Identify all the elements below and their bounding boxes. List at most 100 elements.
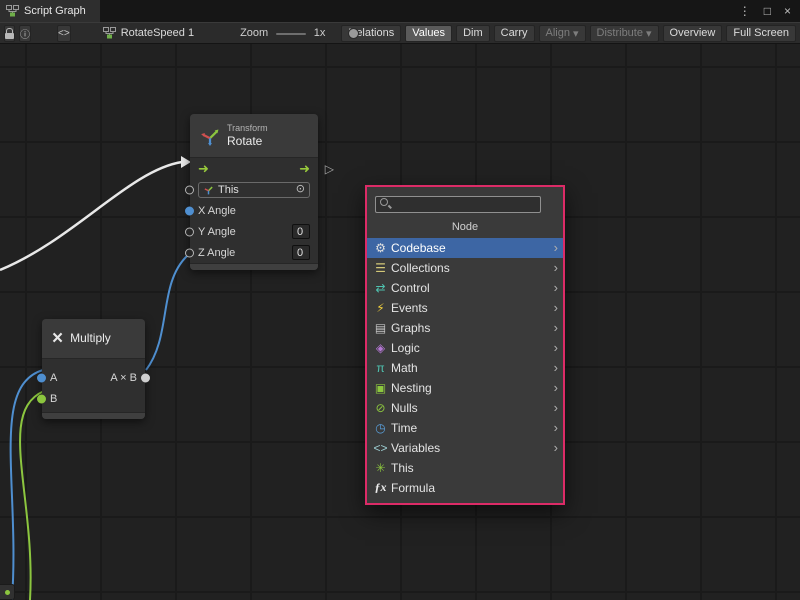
finder-item-label: Math xyxy=(391,361,554,375)
finder-item-collections[interactable]: ☰ Collections › xyxy=(367,258,563,278)
offscreen-node-port xyxy=(5,590,10,595)
y-angle-value-field[interactable]: 0 xyxy=(292,224,310,239)
z-angle-label: Z Angle xyxy=(198,247,235,259)
wire-into-a[interactable] xyxy=(11,370,43,600)
finder-item-variables[interactable]: <> Variables › xyxy=(367,438,563,458)
node-category: Transform xyxy=(227,123,268,134)
x-angle-port[interactable] xyxy=(185,206,194,215)
code-view-button[interactable]: <> xyxy=(57,25,71,42)
lightning-icon: ⚡ xyxy=(372,301,389,315)
tab-bar: Script Graph ⋮ □ × xyxy=(0,0,800,22)
graph-reference[interactable]: RotateSpeed 1 xyxy=(103,27,194,39)
lock-icon xyxy=(5,28,14,39)
node-search-input[interactable] xyxy=(375,196,541,213)
finder-item-time[interactable]: ◷ Time › xyxy=(367,418,563,438)
gear-icon: ⚙ xyxy=(372,241,389,255)
x-angle-label: X Angle xyxy=(198,205,236,217)
variables-icon: <> xyxy=(372,441,389,455)
node-title: Multiply xyxy=(70,331,111,345)
finder-item-nulls[interactable]: ⊘ Nulls › xyxy=(367,398,563,418)
clock-icon: ◷ xyxy=(372,421,389,435)
lock-button[interactable] xyxy=(4,25,15,42)
finder-item-control[interactable]: ⇄ Control › xyxy=(367,278,563,298)
folder-icon: ▤ xyxy=(372,321,389,335)
input-a-row: A A × B xyxy=(42,367,145,388)
this-icon: ✳ xyxy=(372,461,389,475)
zoom-slider[interactable] xyxy=(276,25,306,42)
this-port[interactable] xyxy=(185,185,194,194)
finder-item-math[interactable]: π Math › xyxy=(367,358,563,378)
distribute-button[interactable]: Distribute ▾ xyxy=(590,25,659,42)
overview-button[interactable]: Overview xyxy=(663,25,723,42)
this-port-row: This ⊙ xyxy=(190,179,318,200)
branch-icon: ⇄ xyxy=(372,281,389,295)
button-label: Full Screen xyxy=(733,27,789,39)
finder-item-label: Codebase xyxy=(391,241,554,255)
node-header[interactable]: × Multiply xyxy=(42,319,145,359)
chevron-right-icon: › xyxy=(554,360,558,375)
offscreen-node[interactable] xyxy=(0,584,15,600)
finder-item-nesting[interactable]: ▣ Nesting › xyxy=(367,378,563,398)
input-a-label: A xyxy=(50,372,57,384)
zoom-value: 1x xyxy=(314,27,326,39)
y-angle-port[interactable] xyxy=(185,227,194,236)
full-screen-button[interactable]: Full Screen xyxy=(726,25,796,42)
zoom-label: Zoom xyxy=(240,27,268,39)
input-b-row: B xyxy=(42,388,145,409)
multiply-icon: × xyxy=(52,329,63,348)
z-angle-port[interactable] xyxy=(185,248,194,257)
wire-into-b[interactable] xyxy=(20,391,44,600)
finder-item-logic[interactable]: ◈ Logic › xyxy=(367,338,563,358)
logic-icon: ◈ xyxy=(372,341,389,355)
node-multiply[interactable]: × Multiply A A × B B xyxy=(42,319,145,419)
tab-title: Script Graph xyxy=(24,5,86,17)
finder-item-this[interactable]: ✳ This xyxy=(367,458,563,478)
nesting-icon: ▣ xyxy=(372,381,389,395)
window-controls: ⋮ □ × xyxy=(739,0,800,22)
tab-script-graph[interactable]: Script Graph xyxy=(0,0,100,22)
finder-item-events[interactable]: ⚡ Events › xyxy=(367,298,563,318)
object-picker-icon[interactable]: ⊙ xyxy=(296,184,305,195)
search-icon xyxy=(380,198,388,206)
input-b-label: B xyxy=(50,393,57,405)
finder-header: Node xyxy=(367,215,563,238)
null-icon: ⊘ xyxy=(372,401,389,415)
align-button[interactable]: Align ▾ xyxy=(539,25,586,42)
finder-item-label: Time xyxy=(391,421,554,435)
close-icon[interactable]: × xyxy=(784,4,791,18)
menu-icon[interactable]: ⋮ xyxy=(739,4,751,18)
input-a-port[interactable] xyxy=(37,373,46,382)
finder-item-codebase[interactable]: ⚙ Codebase › xyxy=(367,238,563,258)
dim-button[interactable]: Dim xyxy=(456,25,490,42)
finder-item-label: Collections xyxy=(391,261,554,275)
node-transform-rotate[interactable]: Transform Rotate ➜ ➜ ▷ This ⊙ X Angl xyxy=(190,114,318,270)
output-port[interactable] xyxy=(141,373,150,382)
chevron-down-icon: ▾ xyxy=(646,27,652,40)
flow-in-arrow-icon[interactable]: ➜ xyxy=(198,162,209,175)
info-icon: ⓘ xyxy=(20,26,30,41)
zoom-slider-handle[interactable] xyxy=(348,28,359,39)
this-field-label: This xyxy=(218,184,239,196)
values-button[interactable]: Values xyxy=(405,25,452,42)
wire-flow-in[interactable] xyxy=(0,162,182,270)
button-label: Carry xyxy=(501,27,528,39)
info-button[interactable]: ⓘ xyxy=(19,25,31,42)
finder-item-graphs[interactable]: ▤ Graphs › xyxy=(367,318,563,338)
node-title: Rotate xyxy=(227,134,268,148)
this-object-field[interactable]: This ⊙ xyxy=(198,182,310,198)
output-label: A × B xyxy=(110,372,137,384)
finder-item-formula[interactable]: ƒx Formula xyxy=(367,478,563,498)
input-b-port[interactable] xyxy=(37,394,46,403)
graph-canvas[interactable]: Transform Rotate ➜ ➜ ▷ This ⊙ X Angl xyxy=(0,44,800,600)
chevron-right-icon: › xyxy=(554,240,558,255)
maximize-icon[interactable]: □ xyxy=(764,4,771,18)
chevron-right-icon: › xyxy=(554,300,558,315)
node-header[interactable]: Transform Rotate xyxy=(190,114,318,158)
flow-out-arrow-icon[interactable]: ➜ xyxy=(299,162,310,175)
chevron-right-icon: › xyxy=(554,400,558,415)
graph-toolbar: ⓘ <> RotateSpeed 1 Zoom 1x Relations Val… xyxy=(0,22,800,44)
wire-multiply-to-xangle[interactable] xyxy=(146,256,187,370)
carry-button[interactable]: Carry xyxy=(494,25,535,42)
flow-ports-row: ➜ ➜ ▷ xyxy=(190,158,318,179)
z-angle-value-field[interactable]: 0 xyxy=(292,245,310,260)
